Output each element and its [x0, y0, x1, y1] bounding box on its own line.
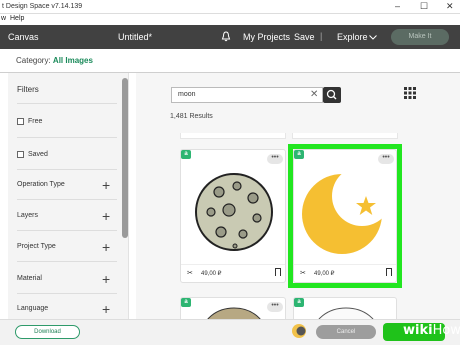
- footer-bar: Download Cancel wikiHow: [0, 319, 460, 345]
- divider: [17, 137, 117, 138]
- app-header: Canvas Untitled* My Projects Save | Expl…: [0, 25, 460, 49]
- loading-spinner-icon: [292, 324, 306, 338]
- results-panel: moon ✕ 1,481 Results a ••• ✂ 49,00 ₽ a •…: [136, 73, 460, 328]
- free-label: Free: [28, 118, 43, 125]
- window-titlebar: t Design Space v7.14.139 – ☐ ✕: [0, 0, 460, 14]
- download-button[interactable]: Download: [15, 325, 80, 339]
- category-prefix: Category:: [16, 56, 51, 65]
- access-badge: a: [181, 298, 191, 307]
- divider: [17, 103, 117, 104]
- results-count: 1,481 Results: [170, 113, 213, 120]
- card-footer: ✂ 49,00 ₽: [181, 264, 285, 282]
- filter-operation-type[interactable]: Operation Type: [17, 181, 65, 188]
- my-projects-link[interactable]: My Projects: [243, 32, 290, 42]
- price-label: 49,00 ₽: [201, 271, 222, 277]
- explore-menu[interactable]: Explore: [337, 32, 368, 42]
- category-bar: Category: All Images: [0, 49, 460, 73]
- filters-title: Filters: [17, 85, 39, 94]
- menu-bar: w Help: [0, 14, 460, 25]
- bookmark-icon[interactable]: [275, 268, 281, 276]
- filter-language[interactable]: Language: [17, 305, 48, 312]
- access-badge: a: [294, 298, 304, 307]
- plus-icon[interactable]: +: [102, 240, 110, 254]
- chevron-down-icon: [369, 35, 377, 40]
- filter-project-type[interactable]: Project Type: [17, 243, 56, 250]
- canvas-label[interactable]: Canvas: [8, 32, 39, 42]
- category-label: Category: All Images: [16, 56, 93, 65]
- watermark-bold: wiki: [403, 323, 433, 338]
- filter-material[interactable]: Material: [17, 275, 42, 282]
- clear-search-icon[interactable]: ✕: [310, 87, 322, 103]
- cancel-button[interactable]: Cancel: [316, 325, 376, 339]
- divider: [17, 230, 117, 231]
- divider: [17, 199, 117, 200]
- menu-item-view[interactable]: w: [1, 15, 6, 22]
- watermark-light: How: [432, 323, 460, 338]
- access-badge: a: [181, 150, 191, 159]
- saved-label: Saved: [28, 151, 48, 158]
- more-options-button[interactable]: •••: [267, 302, 283, 312]
- document-title: Untitled*: [118, 32, 153, 42]
- free-checkbox[interactable]: [17, 118, 24, 125]
- sidebar-scrollbar[interactable]: [122, 78, 128, 238]
- close-window-button[interactable]: ✕: [446, 1, 454, 12]
- watermark-logo: wikiHow: [403, 323, 460, 338]
- card-edge: [292, 133, 398, 139]
- image-card[interactable]: a ••• ✂ 49,00 ₽: [180, 149, 286, 283]
- saved-checkbox[interactable]: [17, 151, 24, 158]
- maximize-button[interactable]: ☐: [420, 1, 428, 12]
- plus-icon[interactable]: +: [102, 302, 110, 316]
- divider: [17, 169, 117, 170]
- divider: [17, 261, 117, 262]
- divider: |: [320, 31, 323, 41]
- plus-icon[interactable]: +: [102, 209, 110, 223]
- category-value[interactable]: All Images: [53, 56, 93, 65]
- search-button[interactable]: [323, 87, 341, 103]
- filters-sidebar: Filters Free Saved Operation Type + Laye…: [8, 73, 129, 319]
- minimize-button[interactable]: –: [395, 1, 400, 11]
- grid-view-icon[interactable]: [404, 87, 416, 99]
- make-it-button[interactable]: Make It: [391, 29, 449, 45]
- scissors-icon: ✂: [187, 270, 193, 277]
- divider: [17, 293, 117, 294]
- highlight-box: [288, 144, 402, 288]
- window-title: t Design Space v7.14.139: [2, 3, 83, 10]
- moon-craters-image: [195, 173, 273, 251]
- menu-item-help[interactable]: Help: [10, 15, 24, 22]
- plus-icon[interactable]: +: [102, 178, 110, 192]
- search-icon: [326, 89, 337, 100]
- save-button[interactable]: Save: [294, 32, 315, 42]
- search-input[interactable]: moon: [171, 87, 323, 103]
- bell-icon[interactable]: [221, 31, 231, 42]
- filter-layers[interactable]: Layers: [17, 212, 38, 219]
- card-edge: [180, 133, 286, 139]
- plus-icon[interactable]: +: [102, 272, 110, 286]
